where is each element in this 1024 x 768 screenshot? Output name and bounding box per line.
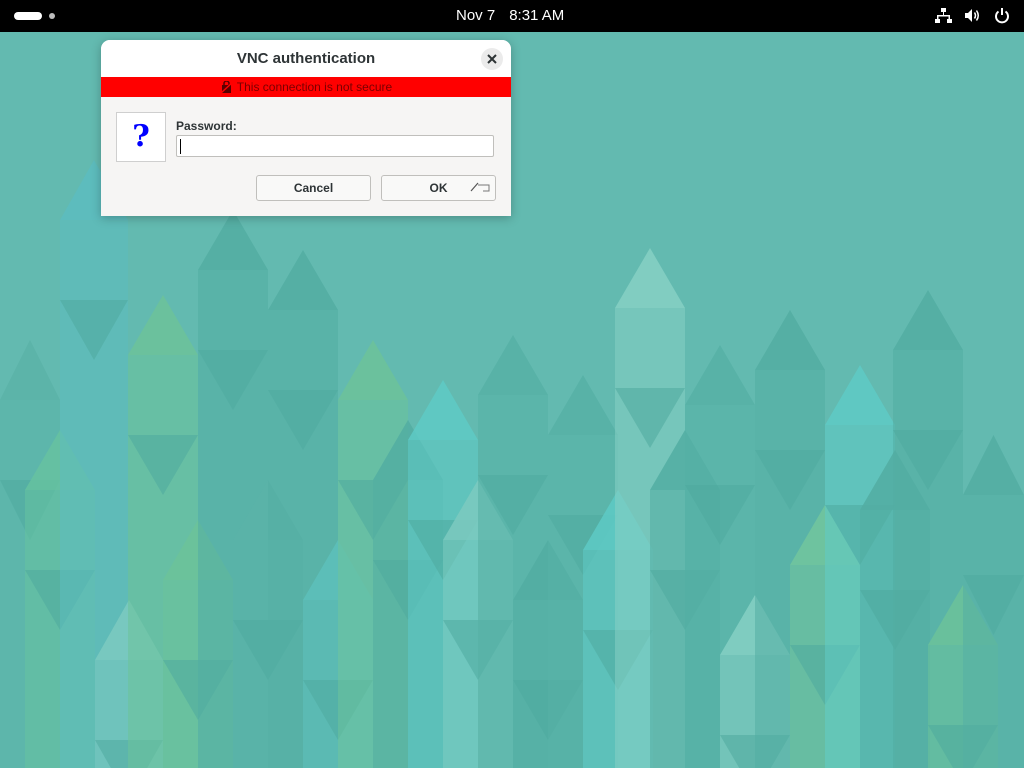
activities-button[interactable] (14, 9, 55, 23)
cancel-button-label: Cancel (293, 181, 334, 195)
insecure-lock-icon (220, 80, 234, 94)
network-icon[interactable] (935, 7, 952, 24)
power-icon[interactable] (994, 7, 1010, 24)
insecure-warning-banner: This connection is not secure (101, 77, 511, 97)
desktop: Nov 7 8:31 AM VNC authentication This co… (0, 0, 1024, 768)
workspace-indicator (49, 13, 55, 19)
ok-button-label: OK (429, 181, 448, 195)
question-icon: ? (116, 112, 166, 162)
password-input[interactable] (176, 135, 494, 157)
question-glyph: ? (132, 119, 150, 154)
password-label: Password: (176, 119, 237, 133)
clock-time: 8:31 AM (509, 7, 565, 24)
insecure-warning-text: This connection is not secure (236, 80, 393, 94)
text-caret (180, 139, 181, 154)
dialog-title: VNC authentication (236, 50, 376, 67)
close-icon (487, 54, 497, 64)
close-button[interactable] (481, 48, 503, 70)
ok-button[interactable]: OK (381, 175, 496, 201)
clock[interactable]: Nov 7 8:31 AM (456, 0, 564, 32)
cancel-button[interactable]: Cancel (256, 175, 371, 201)
workspace-indicator-active (14, 12, 42, 20)
top-bar: Nov 7 8:31 AM (0, 0, 1024, 32)
resize-handle-icon (470, 182, 490, 192)
vnc-auth-dialog: VNC authentication This connection is no… (101, 40, 511, 216)
volume-icon[interactable] (964, 7, 982, 24)
system-tray[interactable] (935, 7, 1010, 24)
clock-date: Nov 7 (456, 7, 496, 24)
